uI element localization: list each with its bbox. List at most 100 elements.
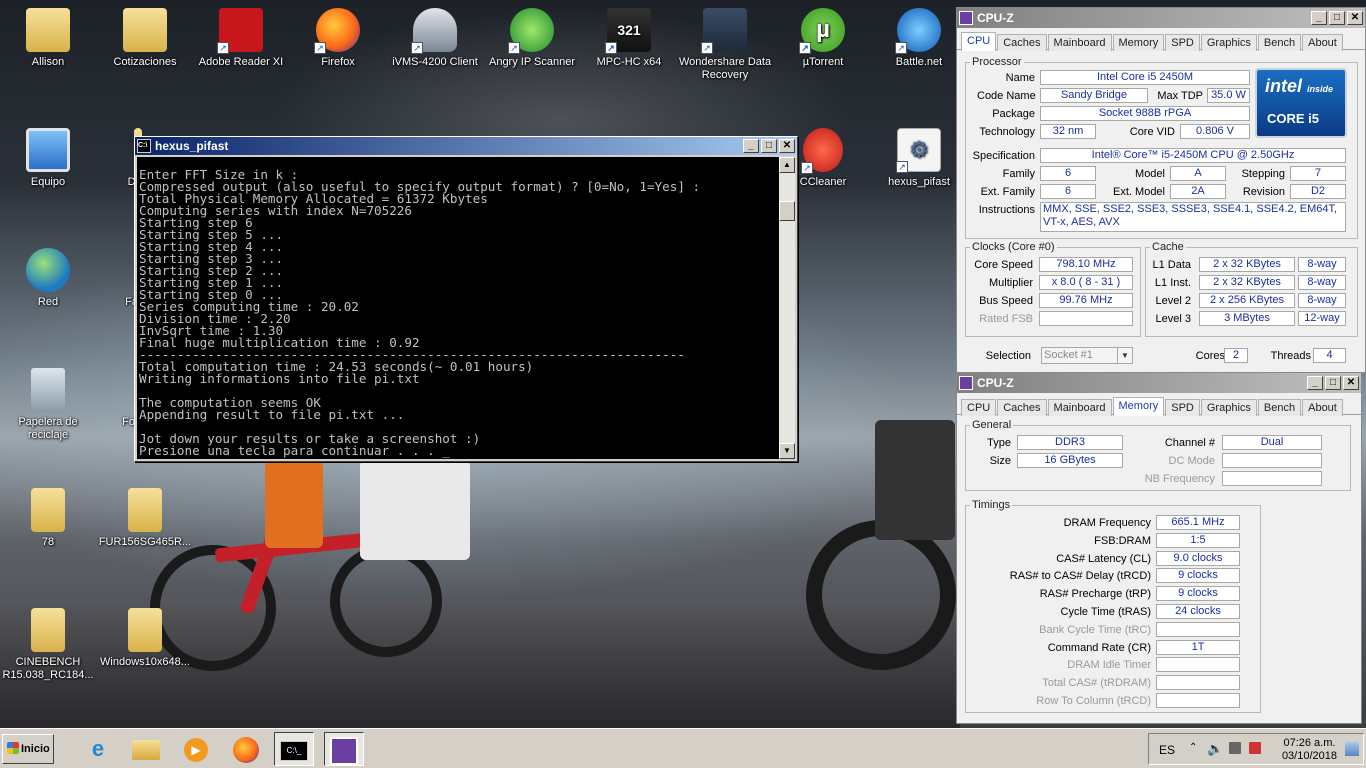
folder-icon: [31, 608, 65, 652]
console-output[interactable]: Enter FFT Size in k : Compressed output (…: [137, 157, 779, 459]
network-tray-icon[interactable]: [1229, 742, 1241, 754]
tab-graphics[interactable]: Graphics: [1200, 399, 1257, 416]
close-button[interactable]: ✕: [779, 139, 795, 153]
desktop-icon-ccleaner[interactable]: ↗ CCleaner: [798, 128, 848, 189]
tab-memory[interactable]: Memory: [1112, 397, 1165, 416]
tab-cpu[interactable]: CPU: [961, 399, 997, 416]
folder-icon: [128, 488, 162, 532]
wallpaper-lego-figure: [875, 420, 955, 540]
family-label: Family: [1002, 168, 1035, 180]
cpuz-title: CPU-Z: [977, 376, 1014, 390]
firefox-icon[interactable]: [226, 732, 266, 766]
selection-dropdown[interactable]: Socket #1 ▼: [1041, 347, 1133, 364]
cpuz-titlebar[interactable]: CPU-Z _ □ ✕: [957, 8, 1365, 28]
desktop-icon-angry-ip[interactable]: ↗ Angry IP Scanner: [484, 8, 580, 69]
desktop-icon-allison[interactable]: Allison: [0, 8, 96, 69]
tab-caches[interactable]: Caches: [997, 399, 1047, 416]
scroll-thumb[interactable]: [779, 201, 795, 221]
console-icon[interactable]: C:\_: [274, 732, 314, 766]
maximize-button[interactable]: □: [1329, 11, 1345, 25]
maxtdp-value: 35.0 W: [1207, 88, 1250, 103]
close-button[interactable]: ✕: [1347, 11, 1363, 25]
tab-caches[interactable]: Caches: [997, 34, 1047, 51]
extfamily-label: Ext. Family: [980, 186, 1035, 198]
desktop-icon-di[interactable]: Di: [94, 128, 142, 189]
desktop-icon-firefox[interactable]: ↗ Firefox: [290, 8, 386, 69]
tab-bench[interactable]: Bench: [1257, 34, 1302, 51]
maximize-button[interactable]: □: [1325, 376, 1341, 390]
desktop-icon-papelera[interactable]: Papelera de reciclaje: [0, 368, 96, 442]
cpuz-icon[interactable]: [324, 732, 364, 766]
tab-spd[interactable]: SPD: [1165, 34, 1200, 51]
desktop-icon-cotizaciones[interactable]: Cotizaciones: [97, 8, 193, 69]
desktop-icon-label: FUR156SG465R...: [98, 536, 192, 548]
desktop-icon-ivms[interactable]: ↗ iVMS-4200 Client: [387, 8, 483, 69]
tab-spd[interactable]: SPD: [1165, 399, 1200, 416]
wallpaper-moto-wheel: [806, 520, 956, 670]
cpuz-window-cpu[interactable]: CPU-Z _ □ ✕ CPU Caches Mainboard Memory …: [956, 7, 1366, 373]
l1-inst-value: 2 x 32 KBytes: [1199, 275, 1295, 290]
tab-mainboard[interactable]: Mainboard: [1047, 34, 1112, 51]
tab-about[interactable]: About: [1302, 399, 1343, 416]
desktop-icon-adobe-reader[interactable]: ↗ Adobe Reader XI: [193, 8, 289, 69]
media-player-icon[interactable]: ▶: [176, 732, 216, 766]
intel-logo-text: intel inside: [1265, 76, 1334, 96]
desktop-icon-battlenet[interactable]: ↗ Battle.net: [871, 8, 967, 69]
show-desktop-icon[interactable]: [1345, 742, 1359, 756]
stepping-label: Stepping: [1241, 168, 1285, 180]
tab-memory[interactable]: Memory: [1112, 34, 1165, 51]
tab-cpu[interactable]: CPU: [961, 32, 997, 51]
flag-tray-icon[interactable]: [1249, 742, 1261, 754]
cpuz-window-memory[interactable]: CPU-Z _ □ ✕ CPU Caches Mainboard Memory …: [956, 372, 1362, 724]
tab-mainboard[interactable]: Mainboard: [1047, 399, 1112, 416]
desktop-icon-mpc-hc[interactable]: 321 ↗ MPC-HC x64: [581, 8, 677, 69]
file-explorer-icon[interactable]: [126, 732, 166, 766]
desktop-icon-label: Wondershare Data Recovery: [678, 56, 772, 81]
desktop-icon-fot[interactable]: Fot: [94, 368, 142, 429]
start-button[interactable]: Inicio: [2, 734, 54, 764]
close-button[interactable]: ✕: [1343, 376, 1359, 390]
desktop-icon-red[interactable]: Red: [0, 248, 96, 309]
nbfreq-value: [1222, 471, 1322, 486]
scroll-down-button[interactable]: ▼: [779, 443, 795, 459]
desktop-icon-wondershare[interactable]: ↗ Wondershare Data Recovery: [677, 8, 773, 82]
minimize-button[interactable]: _: [743, 139, 759, 153]
desktop-icon-equipo[interactable]: Equipo: [0, 128, 96, 189]
maximize-button[interactable]: □: [761, 139, 777, 153]
utorrent-icon: µ ↗: [799, 8, 845, 54]
clock[interactable]: 07:26 a.m. 03/10/2018: [1282, 737, 1337, 763]
bus-speed-value: 99.76 MHz: [1039, 293, 1133, 308]
cpuz-titlebar[interactable]: CPU-Z _ □ ✕: [957, 373, 1361, 393]
scroll-up-button[interactable]: ▲: [779, 157, 795, 173]
desktop-icon-utorrent[interactable]: µ ↗ µTorrent: [775, 8, 871, 69]
console-titlebar[interactable]: C:\ hexus_pifast _ □ ✕: [135, 137, 797, 155]
chevron-up-icon[interactable]: ⌃: [1189, 742, 1197, 753]
console-window[interactable]: C:\ hexus_pifast _ □ ✕ Enter FFT Size in…: [134, 136, 798, 462]
intel-core-i5-logo: intel inside CORE i5: [1255, 68, 1347, 138]
internet-explorer-icon[interactable]: e: [78, 732, 118, 766]
console-scrollbar[interactable]: ▲ ▼: [779, 157, 795, 459]
minimize-button[interactable]: _: [1311, 11, 1327, 25]
tab-about[interactable]: About: [1302, 34, 1343, 51]
desktop-icon-fur156[interactable]: FUR156SG465R...: [97, 488, 193, 549]
taskbar: Inicio e ▶ C:\_ ES ⌃ 🔈 07:26 a.m. 03/10/…: [0, 728, 1366, 768]
desktop-icon-cinebench[interactable]: CINEBENCH R15.038_RC184...: [0, 608, 96, 682]
folder-icon: [31, 488, 65, 532]
language-indicator[interactable]: ES: [1159, 743, 1175, 757]
recycle-bin-icon: [31, 368, 65, 412]
desktop-icon-78[interactable]: 78: [0, 488, 96, 549]
tab-bench[interactable]: Bench: [1257, 399, 1302, 416]
level2-label: Level 2: [1155, 295, 1191, 307]
tab-graphics[interactable]: Graphics: [1200, 34, 1257, 51]
console-line: Writing informations into file pi.txt: [139, 371, 420, 386]
volume-icon[interactable]: 🔈: [1207, 741, 1223, 757]
desktop-icon-hexus-pifast[interactable]: ⚙ ↗ hexus_pifast: [871, 128, 967, 189]
timing-label: Bank Cycle Time (tRC): [1039, 623, 1151, 636]
desktop-icon-label: Angry IP Scanner: [488, 56, 575, 68]
desktop-icon-label: Cotizaciones: [113, 56, 177, 68]
timing-value: 665.1 MHz: [1156, 515, 1240, 530]
desktop-icon-windows10[interactable]: Windows10x648...: [97, 608, 193, 669]
start-label: Inicio: [21, 743, 50, 755]
minimize-button[interactable]: _: [1307, 376, 1323, 390]
desktop-icon-fa[interactable]: Fa: [94, 248, 142, 309]
